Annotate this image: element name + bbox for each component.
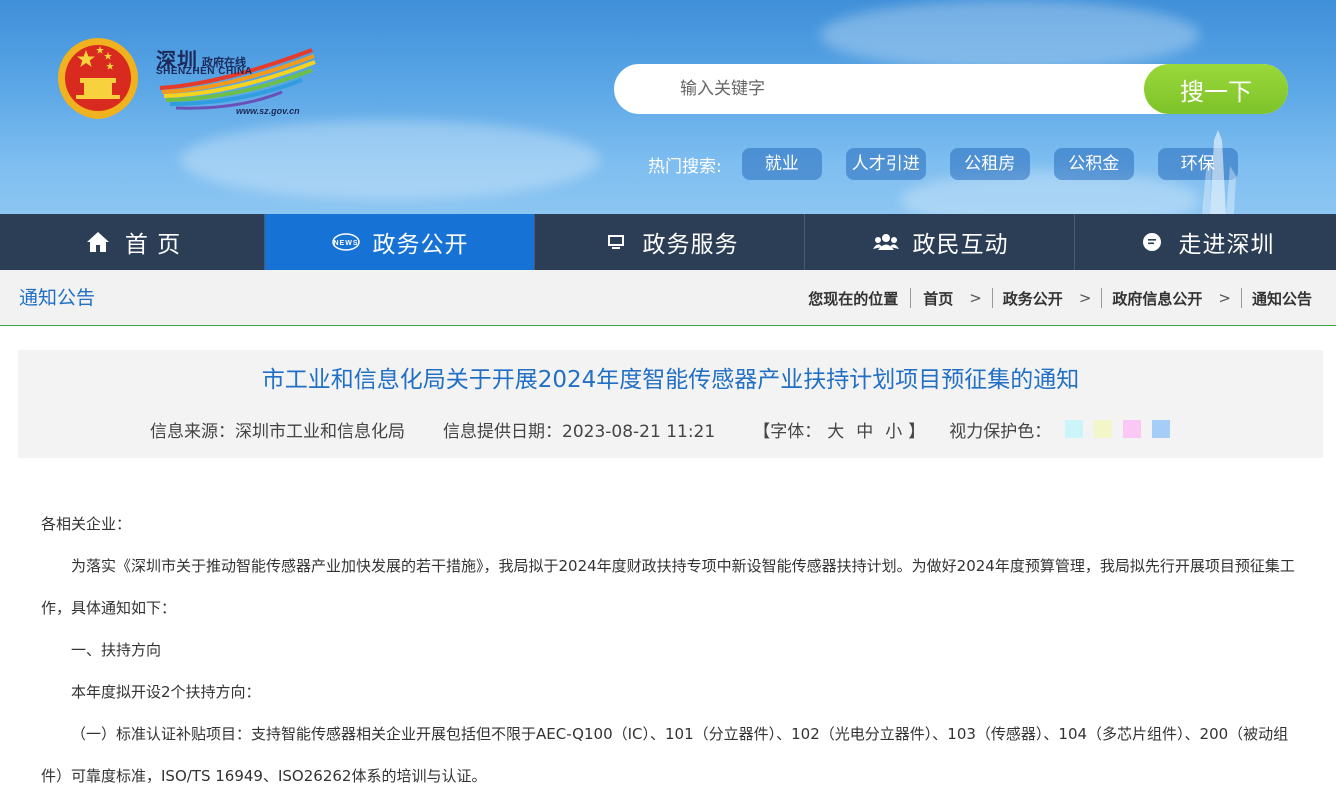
- main-nav: 首 页 NEWS 政务公开 政务服务 政民互动 走进深圳: [0, 214, 1336, 270]
- search-box: 搜一下: [614, 64, 1288, 114]
- monitor-icon: [601, 227, 631, 257]
- eye-care-swatch-pink[interactable]: [1123, 420, 1142, 438]
- chevron-right-icon: >: [1078, 289, 1092, 307]
- news-icon: NEWS: [331, 227, 361, 257]
- article-meta: 信息来源：深圳市工业和信息化局 信息提供日期：2023-08-21 11:21 …: [150, 416, 1181, 442]
- nav-gov-affairs-open[interactable]: NEWS 政务公开: [265, 214, 535, 270]
- section-title[interactable]: 通知公告: [19, 270, 95, 326]
- nav-home[interactable]: 首 页: [0, 214, 265, 270]
- users-icon: [871, 227, 901, 257]
- chevron-right-icon: >: [1218, 289, 1231, 307]
- search-input[interactable]: [680, 64, 1140, 114]
- national-emblem-icon: [58, 38, 138, 119]
- section-heading: 一、扶持方向: [71, 641, 162, 659]
- cloud-decoration: [820, 0, 1200, 70]
- eye-care-swatch-yellow[interactable]: [1094, 420, 1113, 438]
- breadcrumb-divider: [991, 288, 993, 308]
- eye-care-swatch-blue[interactable]: [1152, 420, 1171, 438]
- paragraph-directions: 本年度拟开设2个扶持方向：: [71, 683, 261, 701]
- nav-interaction[interactable]: 政民互动: [805, 214, 1075, 270]
- font-size-large-button[interactable]: 大: [827, 417, 844, 442]
- nav-about-shenzhen-label: 走进深圳: [1178, 232, 1275, 258]
- nav-interaction-label: 政民互动: [912, 232, 1009, 258]
- breadcrumb-divider: [1101, 288, 1103, 308]
- breadcrumb: 您现在的位置 首页 > 政务公开 > 政府信息公开 > 通知公告: [808, 270, 1312, 326]
- article-body: 各相关企业： 为落实《深圳市关于推动智能传感器产业加快发展的若干措施》，我局拟于…: [41, 503, 1301, 797]
- breadcrumb-gov-affairs-open[interactable]: 政务公开: [1003, 288, 1063, 309]
- font-size-open: 【字体：: [753, 421, 822, 442]
- nav-home-label: 首 页: [124, 232, 182, 258]
- nav-about-shenzhen[interactable]: 走进深圳: [1075, 214, 1336, 270]
- site-header: 深圳 政府在线 SHENZHEN CHINA www.sz.gov.cn 搜一下…: [0, 0, 1336, 214]
- font-size-small-button[interactable]: 小: [885, 417, 902, 442]
- breadcrumb-gov-info-open[interactable]: 政府信息公开: [1112, 288, 1202, 309]
- breadcrumb-bar: 通知公告 您现在的位置 首页 > 政务公开 > 政府信息公开 > 通知公告: [0, 270, 1336, 326]
- paragraph-item-1: （一）标准认证补贴项目：支持智能传感器相关企业开展包括但不限于AEC-Q100（…: [41, 725, 1289, 785]
- hot-tag-public-housing[interactable]: 公租房: [949, 148, 1030, 180]
- breadcrumb-divider: [1240, 288, 1242, 308]
- info-source: 信息来源：深圳市工业和信息化局: [150, 421, 405, 442]
- hot-tag-jobs[interactable]: 就业: [741, 148, 822, 180]
- breadcrumb-divider: [910, 288, 912, 308]
- hot-search: 热门搜索: 就业 人才引进 公租房 公积金 环保: [648, 148, 1262, 180]
- article-title: 市工业和信息化局关于开展2024年度智能传感器产业扶持计划项目预征集的通知: [261, 367, 1080, 393]
- salutation: 各相关企业：: [41, 515, 132, 533]
- svg-text:NEWS: NEWS: [333, 240, 358, 247]
- breadcrumb-home[interactable]: 首页: [923, 288, 953, 309]
- tower-decoration: [1202, 130, 1236, 214]
- hot-search-label: 热门搜索:: [648, 156, 722, 177]
- eye-care-swatch-cyan[interactable]: [1065, 420, 1084, 438]
- hot-tag-talent[interactable]: 人才引进: [845, 148, 926, 180]
- nav-gov-affairs-open-label: 政务公开: [372, 232, 469, 258]
- chevron-right-icon: >: [969, 289, 982, 307]
- eye-care-label: 视力保护色：: [949, 421, 1052, 442]
- nav-gov-services[interactable]: 政务服务: [535, 214, 805, 270]
- logo-url-text: www.sz.gov.cn: [236, 106, 300, 116]
- site-logo[interactable]: 深圳 政府在线 SHENZHEN CHINA www.sz.gov.cn: [152, 44, 322, 122]
- search-button[interactable]: 搜一下: [1144, 64, 1288, 114]
- nav-gov-services-label: 政务服务: [642, 232, 739, 258]
- home-icon: [83, 227, 113, 257]
- hot-tag-housing-fund[interactable]: 公积金: [1053, 148, 1134, 180]
- font-size-medium-button[interactable]: 中: [856, 417, 873, 442]
- info-date: 信息提供日期：2023-08-21 11:21: [443, 421, 716, 442]
- logo-en-text: SHENZHEN CHINA: [156, 66, 253, 77]
- paragraph-intro: 为落实《深圳市关于推动智能传感器产业加快发展的若干措施》，我局拟于2024年度财…: [41, 557, 1295, 617]
- cloud-decoration: [180, 120, 600, 200]
- location-label: 您现在的位置: [808, 289, 899, 308]
- font-size-close: 】: [908, 421, 926, 442]
- article-header: 市工业和信息化局关于开展2024年度智能传感器产业扶持计划项目预征集的通知 信息…: [18, 350, 1323, 458]
- breadcrumb-notices[interactable]: 通知公告: [1252, 288, 1312, 309]
- chat-icon: [1137, 227, 1167, 257]
